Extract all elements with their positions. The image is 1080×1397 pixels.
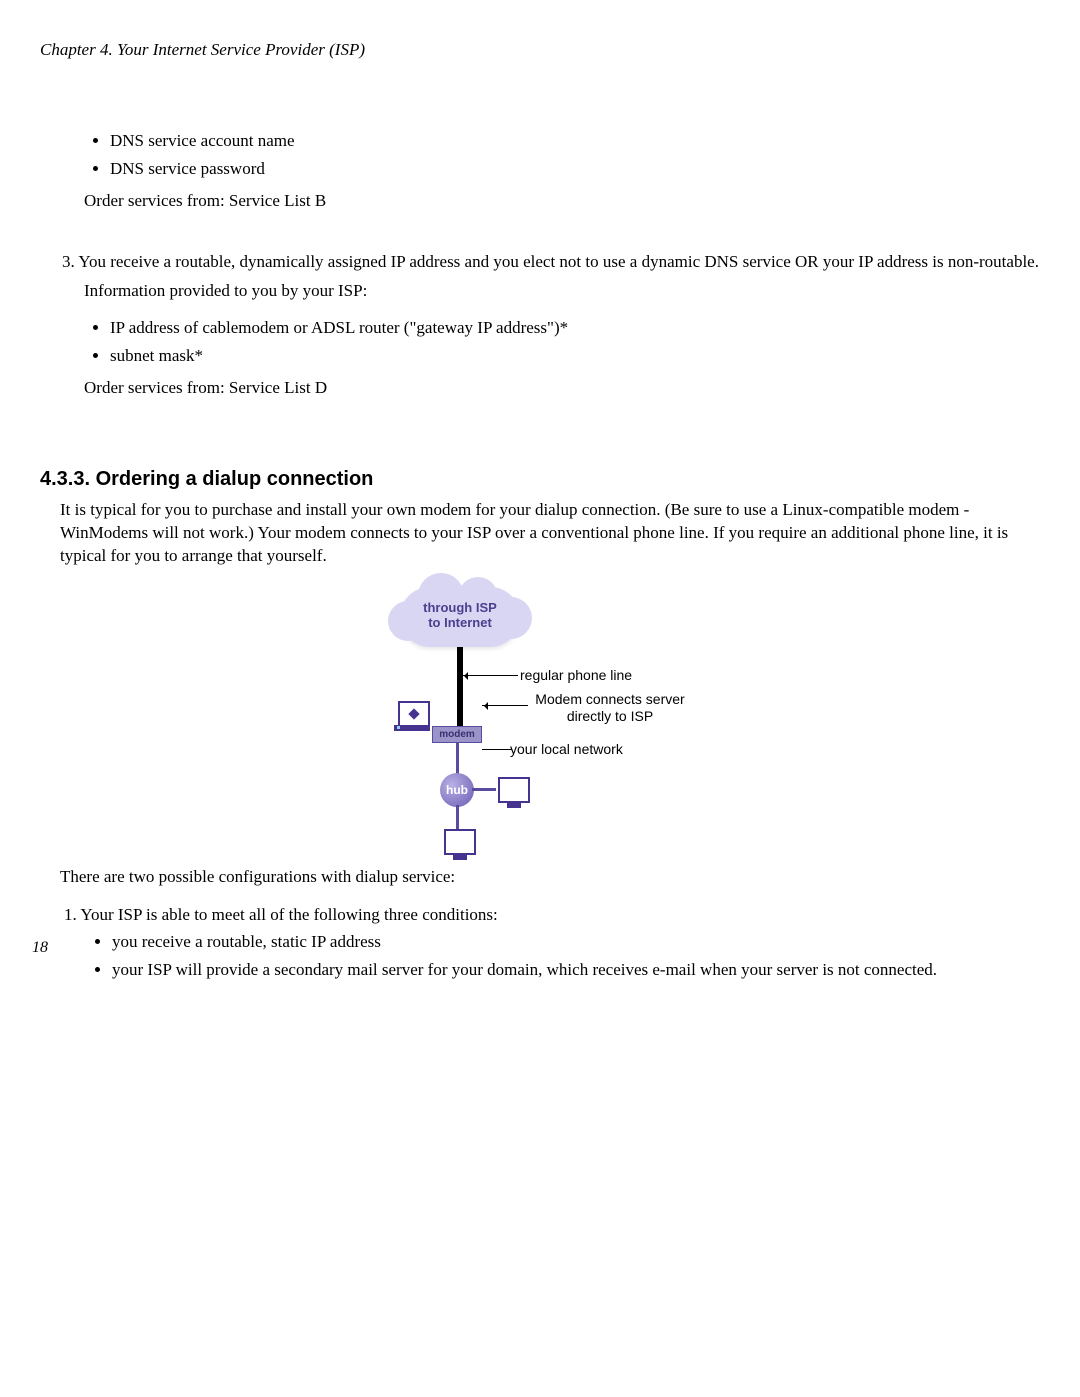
list-item: DNS service account name: [110, 130, 1040, 153]
list-item: IP address of cablemodem or ADSL router …: [110, 317, 1040, 340]
server-icon: [398, 701, 430, 727]
hub-icon: hub: [440, 773, 474, 807]
modem-icon: modem: [432, 726, 482, 743]
item-number: 3.: [62, 252, 75, 271]
label-local-network: your local network: [510, 741, 670, 757]
section-heading: 4.3.3. Ordering a dialup connection: [40, 468, 1040, 491]
label-phone-line: regular phone line: [520, 667, 670, 683]
top-bullet-list: DNS service account name DNS service pas…: [84, 130, 1040, 181]
connector-line: [456, 742, 459, 775]
pc-icon: [444, 829, 476, 855]
page-number: 18: [32, 939, 48, 957]
dialup-diagram: through ISPto Internet regular phone lin…: [370, 577, 710, 857]
order-line-b: Order services from: Service List B: [84, 191, 1040, 211]
order-line-d: Order services from: Service List D: [84, 378, 1040, 398]
list-item: your ISP will provide a secondary mail s…: [112, 959, 1040, 982]
section-paragraph: It is typical for you to purchase and in…: [60, 499, 1040, 568]
numbered-item-1: 1. Your ISP is able to meet all of the f…: [64, 905, 1040, 982]
connector-line: [472, 788, 496, 791]
connector-line: [456, 805, 459, 829]
list-item: subnet mask*: [110, 345, 1040, 368]
callout-line-phone: [462, 675, 518, 676]
item1b-bullets: you receive a routable, static IP addres…: [86, 931, 1040, 982]
list-item: DNS service password: [110, 158, 1040, 181]
pc-icon: [498, 777, 530, 803]
info-line: Information provided to you by your ISP:: [84, 280, 1040, 303]
item-lead-text: Your ISP is able to meet all of the foll…: [80, 905, 497, 924]
post-figure-text: There are two possible configurations wi…: [60, 867, 1040, 887]
server-base-icon: [394, 725, 430, 731]
list-item: you receive a routable, static IP addres…: [112, 931, 1040, 954]
item3-bullets: IP address of cablemodem or ADSL router …: [84, 317, 1040, 368]
cloud-label: through ISPto Internet: [400, 601, 520, 630]
item-lead-text: You receive a routable, dynamically assi…: [78, 252, 1039, 271]
running-header: Chapter 4. Your Internet Service Provide…: [40, 40, 1040, 60]
item-number: 1.: [64, 905, 77, 924]
callout-line-local: [482, 749, 512, 750]
numbered-item-3: 3. You receive a routable, dynamically a…: [62, 251, 1040, 398]
label-modem-desc: Modem connects serverdirectly to ISP: [520, 691, 700, 723]
trunk-line: [457, 647, 463, 729]
